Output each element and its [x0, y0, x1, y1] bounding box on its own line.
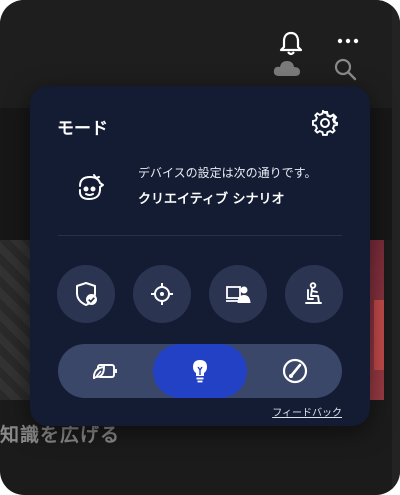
gear-icon[interactable] [312, 110, 338, 136]
focus-button[interactable] [133, 265, 191, 323]
eco-mode-button[interactable] [58, 344, 152, 398]
lightbulb-icon [193, 360, 207, 383]
search-icon[interactable] [333, 57, 357, 81]
creative-mode-button[interactable] [153, 344, 247, 398]
cloud-icon[interactable] [272, 58, 302, 78]
shield-check-icon [76, 282, 97, 306]
power-mode-selector [58, 344, 342, 398]
divider [58, 235, 342, 236]
more-options-icon[interactable] [337, 36, 359, 46]
crosshair-icon [151, 283, 173, 305]
mode-description: デバイスの設定は次の通りです。 [138, 166, 317, 180]
performance-mode-button[interactable] [248, 344, 342, 398]
performance-gauge-icon [282, 358, 308, 384]
posture-button[interactable] [285, 265, 343, 323]
scrollbar[interactable] [392, 0, 400, 495]
presence-button[interactable] [209, 265, 267, 323]
creative-mode-icon [78, 174, 104, 200]
panel-title: モード [57, 119, 108, 139]
battery-leaf-icon [92, 364, 117, 380]
current-mode-name: クリエイティブ シナリオ [138, 192, 285, 207]
feedback-link[interactable]: フィードバック [272, 404, 342, 419]
app-window: 知識を広げる モード デバイスの設定は次の通りです。 クリエイティブ シナリオ … [0, 0, 400, 495]
seated-person-icon [305, 282, 322, 304]
person-screen-icon [226, 286, 251, 303]
bell-icon[interactable] [279, 31, 303, 57]
mode-flyout-panel: モード デバイスの設定は次の通りです。 クリエイティブ シナリオ フィードバック [30, 86, 370, 426]
security-button[interactable] [57, 265, 115, 323]
